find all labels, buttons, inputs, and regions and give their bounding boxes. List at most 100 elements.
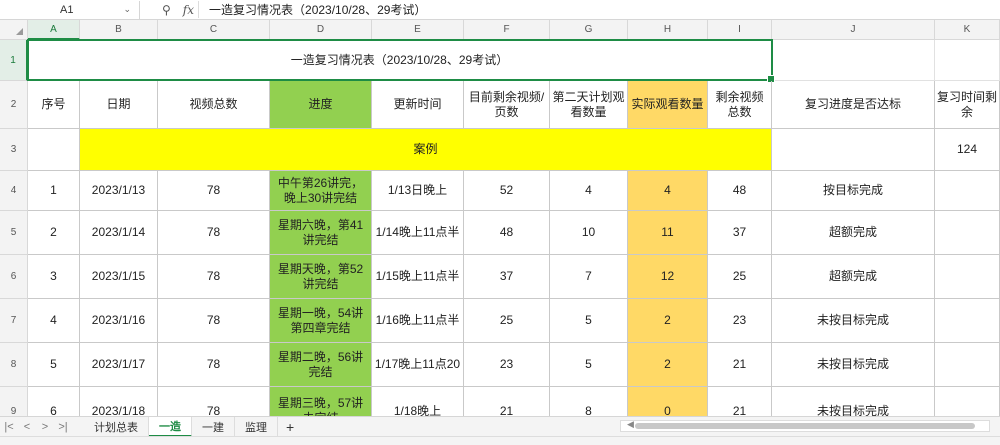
sheet-title-cell[interactable]: 一造复习情况表（2023/10/28、29考试） — [28, 40, 772, 81]
row-2-update[interactable]: 1/14晚上11点半 — [372, 211, 464, 255]
row-4-actual[interactable]: 2 — [628, 299, 708, 343]
row-4-seq[interactable]: 4 — [28, 299, 80, 343]
row-1-date[interactable]: 2023/1/13 — [80, 171, 158, 211]
row-1-days-left[interactable] — [935, 171, 1000, 211]
row-3-total[interactable]: 78 — [158, 255, 270, 299]
row-5-plan[interactable]: 5 — [550, 343, 628, 387]
header-ontrack[interactable]: 复习进度是否达标 — [772, 81, 935, 129]
row-4-update[interactable]: 1/16晚上11点半 — [372, 299, 464, 343]
header-total[interactable]: 视频总数 — [158, 81, 270, 129]
header-progress[interactable]: 进度 — [270, 81, 372, 129]
column-header-i[interactable]: I — [708, 20, 772, 40]
row-5-total[interactable]: 78 — [158, 343, 270, 387]
row-5-actual[interactable]: 2 — [628, 343, 708, 387]
row-4-days-left[interactable] — [935, 299, 1000, 343]
row-5-left[interactable]: 21 — [708, 343, 772, 387]
column-header-c[interactable]: C — [158, 20, 270, 40]
row-3-date[interactable]: 2023/1/15 — [80, 255, 158, 299]
row-2-total[interactable]: 78 — [158, 211, 270, 255]
row-2-seq[interactable]: 2 — [28, 211, 80, 255]
cell-a3[interactable] — [28, 129, 80, 171]
row-2-date[interactable]: 2023/1/14 — [80, 211, 158, 255]
add-sheet-button[interactable]: + — [278, 419, 302, 435]
row-3-remaining[interactable]: 37 — [464, 255, 550, 299]
horizontal-scrollbar[interactable]: ◀ — [620, 419, 990, 432]
row-5-seq[interactable]: 5 — [28, 343, 80, 387]
row-4-total[interactable]: 78 — [158, 299, 270, 343]
cell-j1[interactable] — [772, 40, 935, 81]
column-header-b[interactable]: B — [80, 20, 158, 40]
row-1-actual[interactable]: 4 — [628, 171, 708, 211]
column-header-g[interactable]: G — [550, 20, 628, 40]
fx-icon[interactable]: fx — [183, 3, 194, 17]
row-3-actual[interactable]: 12 — [628, 255, 708, 299]
row-5-progress[interactable]: 星期二晚，56讲完结 — [270, 343, 372, 387]
column-header-h[interactable]: H — [628, 20, 708, 40]
header-plan[interactable]: 第二天计划观看数量 — [550, 81, 628, 129]
row-3-update[interactable]: 1/15晚上11点半 — [372, 255, 464, 299]
row-2-progress[interactable]: 星期六晚，第41讲完结 — [270, 211, 372, 255]
row-1-progress[interactable]: 中午第26讲完，晚上30讲完结 — [270, 171, 372, 211]
prev-sheet-button[interactable]: < — [18, 421, 36, 433]
row-1-ontrack[interactable]: 按目标完成 — [772, 171, 935, 211]
example-label[interactable]: 案例 — [80, 129, 772, 171]
name-box[interactable]: A1 ⌄ — [0, 0, 140, 19]
row-4-plan[interactable]: 5 — [550, 299, 628, 343]
row-4-date[interactable]: 2023/1/16 — [80, 299, 158, 343]
row-3-progress[interactable]: 星期天晚，第52讲完结 — [270, 255, 372, 299]
row-2-plan[interactable]: 10 — [550, 211, 628, 255]
days-left-value[interactable]: 124 — [935, 129, 1000, 171]
scrollbar-thumb[interactable] — [635, 423, 975, 429]
header-update[interactable]: 更新时间 — [372, 81, 464, 129]
row-2-remaining[interactable]: 48 — [464, 211, 550, 255]
last-sheet-button[interactable]: >| — [54, 421, 72, 433]
row-1-remaining[interactable]: 52 — [464, 171, 550, 211]
row-4-ontrack[interactable]: 未按目标完成 — [772, 299, 935, 343]
column-header-j[interactable]: J — [772, 20, 935, 40]
row-header-1[interactable]: 1 — [0, 40, 28, 81]
row-2-actual[interactable]: 11 — [628, 211, 708, 255]
row-5-ontrack[interactable]: 未按目标完成 — [772, 343, 935, 387]
row-3-seq[interactable]: 3 — [28, 255, 80, 299]
formula-input[interactable]: 一造复习情况表（2023/10/28、29考试） — [198, 1, 426, 18]
row-2-days-left[interactable] — [935, 211, 1000, 255]
next-sheet-button[interactable]: > — [36, 421, 54, 433]
header-left[interactable]: 剩余视频总数 — [708, 81, 772, 129]
row-4-remaining[interactable]: 25 — [464, 299, 550, 343]
row-3-plan[interactable]: 7 — [550, 255, 628, 299]
row-1-left[interactable]: 48 — [708, 171, 772, 211]
tab-yizao[interactable]: 一造 — [149, 416, 192, 437]
header-actual[interactable]: 实际观看数量 — [628, 81, 708, 129]
tab-plan-total[interactable]: 计划总表 — [84, 416, 149, 437]
magnifier-icon[interactable]: ⚲ — [162, 3, 171, 17]
row-2-ontrack[interactable]: 超额完成 — [772, 211, 935, 255]
row-3-left[interactable]: 25 — [708, 255, 772, 299]
header-remaining[interactable]: 目前剩余视频/页数 — [464, 81, 550, 129]
row-1-seq[interactable]: 1 — [28, 171, 80, 211]
row-1-plan[interactable]: 4 — [550, 171, 628, 211]
row-1-total[interactable]: 78 — [158, 171, 270, 211]
row-header-7[interactable]: 7 — [0, 299, 28, 343]
row-header-4[interactable]: 4 — [0, 171, 28, 211]
tab-jianli[interactable]: 监理 — [235, 416, 278, 437]
cell-k1[interactable] — [935, 40, 1000, 81]
row-5-remaining[interactable]: 23 — [464, 343, 550, 387]
header-days-left[interactable]: 复习时间剩余 — [935, 81, 1000, 129]
row-header-8[interactable]: 8 — [0, 343, 28, 387]
row-4-progress[interactable]: 星期一晚，54讲第四章完结 — [270, 299, 372, 343]
row-5-days-left[interactable] — [935, 343, 1000, 387]
chevron-down-icon[interactable]: ⌄ — [123, 4, 131, 15]
cell-j3[interactable] — [772, 129, 935, 171]
row-header-5[interactable]: 5 — [0, 211, 28, 255]
header-date[interactable]: 日期 — [80, 81, 158, 129]
row-3-ontrack[interactable]: 超额完成 — [772, 255, 935, 299]
column-header-e[interactable]: E — [372, 20, 464, 40]
header-seq[interactable]: 序号 — [28, 81, 80, 129]
row-1-update[interactable]: 1/13日晚上 — [372, 171, 464, 211]
column-header-f[interactable]: F — [464, 20, 550, 40]
scroll-left-icon[interactable]: ◀ — [627, 419, 634, 430]
first-sheet-button[interactable]: |< — [0, 421, 18, 433]
row-4-left[interactable]: 23 — [708, 299, 772, 343]
row-header-2[interactable]: 2 — [0, 81, 28, 129]
tab-yijian[interactable]: 一建 — [192, 416, 235, 437]
